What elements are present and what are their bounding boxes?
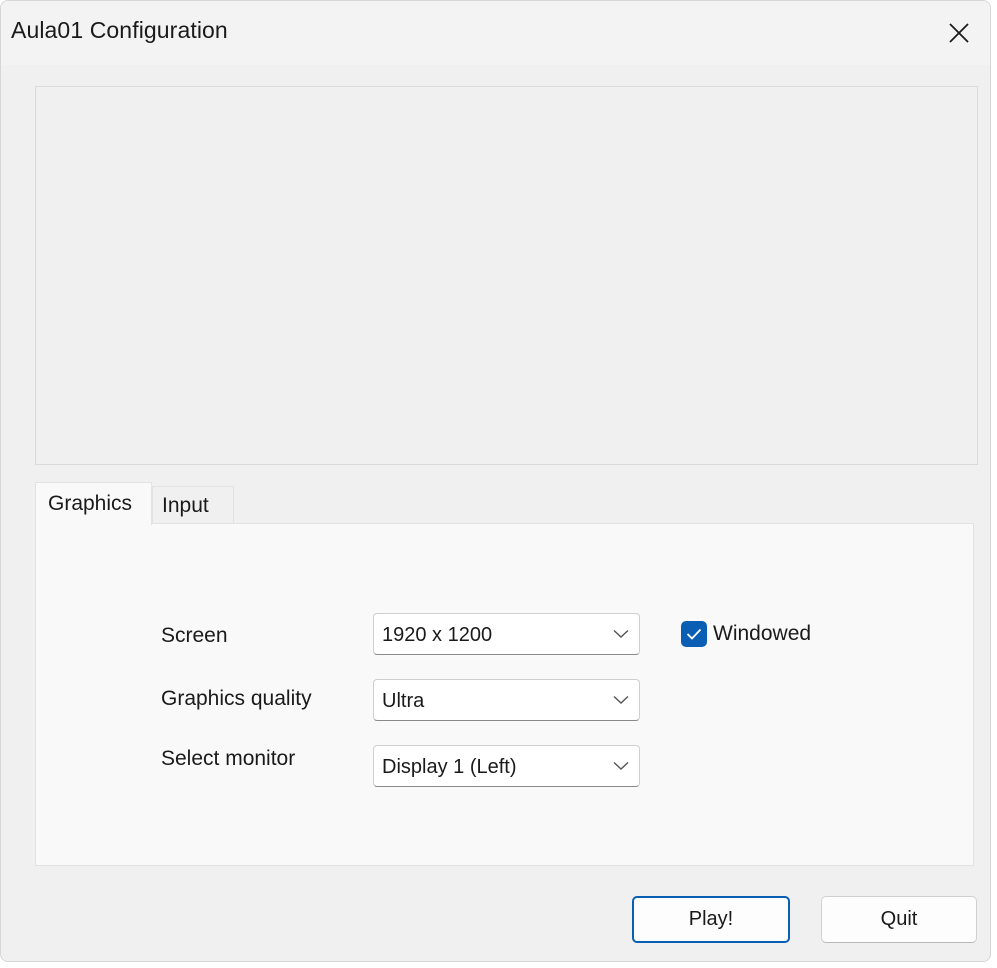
title-bar[interactable]: Aula01 Configuration [1,1,990,65]
windowed-label: Windowed [713,622,812,645]
graphics-quality-dropdown[interactable]: Ultra [373,679,640,721]
select-monitor-label: Select monitor [161,747,296,770]
graphics-quality-label: Graphics quality [161,687,312,710]
quit-button[interactable]: Quit [821,896,977,943]
screen-label: Screen [161,624,228,647]
window-title: Aula01 Configuration [11,17,228,43]
banner-image-area [35,86,978,465]
screen-resolution-value: 1920 x 1200 [382,624,493,646]
tab-graphics[interactable]: Graphics [35,482,152,525]
close-button[interactable] [928,1,990,65]
select-monitor-dropdown[interactable]: Display 1 (Left) [373,745,640,787]
tab-input[interactable]: Input [152,486,234,523]
graphics-quality-value: Ultra [382,690,425,712]
windowed-checkbox[interactable]: Windowed [681,619,811,649]
config-window: Aula01 Configuration Graphics Input Scre… [0,0,991,962]
checkmark-icon [686,628,702,640]
tab-graphics-label: Graphics [48,492,133,515]
close-icon [949,23,969,43]
select-monitor-value: Display 1 (Left) [382,756,517,778]
chevron-down-icon [613,761,629,770]
windowed-checkbox-box[interactable] [681,621,707,647]
chevron-down-icon [613,695,629,704]
screen-resolution-dropdown[interactable]: 1920 x 1200 [373,613,640,655]
chevron-down-icon [613,629,629,638]
tab-input-label: Input [162,494,209,517]
play-button[interactable]: Play! [632,896,790,943]
